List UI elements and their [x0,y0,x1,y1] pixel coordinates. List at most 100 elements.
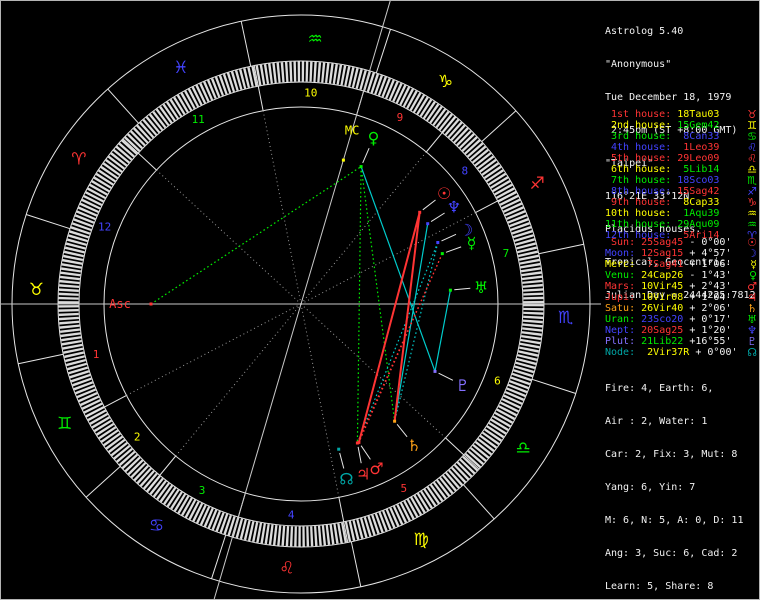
house-row: 1st house: 18Tau03 ♉ [605,109,757,120]
house-number-5: 5 [400,482,407,495]
house-cusp-value: 8Can33 [677,131,720,142]
house-cusp-value: 18Sco03 [677,175,720,186]
planet-velocity: + 2°06' [689,303,732,314]
planet-label: Jupi: [605,292,636,303]
planet-position-value: 10Vir45 [641,281,684,292]
planet-row: Plut: 21Lib22 +16°55' ♇ [605,336,757,347]
house-number-10: 10 [304,87,317,100]
planet-dot-Plut [433,369,437,373]
house-row-text: 3rd house: 8Can33 [605,131,719,142]
planet-dot-Uran [448,288,452,292]
house-row-text: 5th house: 29Leo09 [605,153,719,164]
sign-glyph-scorpio: ♏ [558,308,573,328]
planet-pointer-Satu [396,423,408,438]
house-cusp-dotted-line [262,110,302,305]
planet-velocity: + 2°43' [689,281,732,292]
house-row: 4th house: 1Leo39 ♌ [605,142,757,153]
planet-row: Jupi: 10Vir08 + 1°04' ♃ [605,292,757,303]
house-row-text: 8th house: 15Sag42 [605,186,719,197]
planet-label: Plut: [605,336,636,347]
chart-date: Tue December 18, 1979 [605,92,732,103]
planet-label: Node: [605,347,636,358]
planet-glyph-plut: ♇ [456,376,470,395]
house-cusp-value: 1Leo39 [677,142,720,153]
planet-dot-Sun [418,210,422,214]
planet-pointer-Jupi [357,446,362,464]
house-row: 2nd house: 15Gem42 ♊ [605,120,757,131]
planet-glyph-satu: ♄ [407,436,421,455]
house-row-text: 7th house: 18Sco03 [605,175,719,186]
planet-dot-Mars [357,440,361,444]
planet-row-text: Merc: 7Sag41 + 1°06' [605,259,731,270]
aspect-line-Venu-Satu [360,166,396,422]
sign-boundary-line [531,378,576,394]
house-number-7: 7 [503,247,510,260]
planet-pointer-Sun [422,199,436,211]
sign-boundary-line [375,29,391,74]
house-row: 11th house: 29Aqu09 ♒ [605,219,757,230]
house-cusp-value: 8Cap33 [677,197,720,208]
planet-position-value: 24Cap26 [641,270,684,281]
sign-boundary-line [463,484,495,520]
planet-pointer-Merc [445,246,462,253]
planet-pointer-Nept [430,212,445,223]
stat-yang-yin: Yang: 6, Yin: 7 [605,482,696,493]
sign-boundary-line [350,541,362,587]
planet-dot-Venu [359,165,363,169]
house-label: 6th house: [605,164,672,175]
sign-glyph-taurus: ♉ [29,280,44,300]
planet-velocity: + 1°20' [689,325,732,336]
house-number-2: 2 [134,431,141,444]
planet-velocity: + 1°06' [689,259,732,270]
planet-dot-Moon [436,241,440,244]
planet-pointer-Plut [438,372,454,381]
house-label: 7th house: [605,175,672,186]
house-label: 10th house: [605,208,672,219]
sign-glyph-capricorn: ♑ [438,72,453,92]
planet-row-text: Jupi: 10Vir08 + 1°04' [605,292,731,303]
house-row-text: 4th house: 1Leo39 [605,142,719,153]
house-number-9: 9 [397,111,404,124]
sign-glyph-leo: ♌ [279,559,294,579]
sign-glyph-pisces: ♓ [173,58,188,78]
house-label: 5th house: [605,153,672,164]
aspect-line-Uran-Plut [434,290,451,372]
planet-label: Merc: [605,259,636,270]
house-label: 3rd house: [605,131,672,142]
planet-row: Mars: 10Vir45 + 2°43' ♂ [605,281,757,292]
house-number-11: 11 [192,113,205,126]
planet-row: Sun: 25Sag45 - 0°00' ☉ [605,237,757,248]
planet-position-value: 20Sag25 [641,325,684,336]
planet-row: Node: 2Vir37R + 0°00' ☊ [605,347,757,358]
house-cusp-value: 15Gem42 [677,120,720,131]
house-row: 9th house: 8Cap33 ♑ [605,197,757,208]
chart-name: "Anonymous" [605,59,672,70]
house-number-4: 4 [288,508,295,521]
planet-velocity: + 0°17' [689,314,732,325]
sign-glyph-aquarius: ♒ [307,29,322,49]
house-label: 4th house: [605,142,672,153]
planet-row: Moon: 12Sag15 + 4°57' ☽ [605,248,757,259]
natal-chart-wheel: ♈ ♉ ♊ ♋ ♌ ♍ ♎ ♏ ♐ ♑ ♒ ♓ 1 2 3 4 5 6 7 8 9 10 11 12 Asc ☊ ♃ ♂ ♄ ♇ ♅ ☿ ☽ ♆ ☉… [1,1,601,599]
planet-position-value: 21Lib22 [641,336,684,347]
planet-position-list: Sun: 25Sag45 - 0°00' ☉ Moon: 12Sag15 + 4°5… [605,237,757,358]
planet-pointer-Venu [362,148,370,164]
house-cusp-dotted-line [156,169,302,305]
house-number-6: 6 [494,375,501,388]
stat-elements-2: Air : 2, Water: 1 [605,416,708,427]
sign-boundary-line [538,243,584,255]
sign-glyph-virgo: ♍ [413,530,428,550]
planet-row-text: Moon: 12Sag15 + 4°57' [605,248,731,259]
house-cusp-dotted-line [300,303,446,439]
sign-boundary-line [26,214,71,230]
sign-boundary-line [481,110,517,142]
planet-row-text: Plut: 21Lib22 +16°55' [605,336,731,347]
house-row-text: 10th house: 1Aqu39 [605,208,719,219]
planet-label: Satu: [605,303,636,314]
planet-velocity: + 1°04' [689,292,732,303]
stat-elements-1: Fire: 4, Earth: 6, [605,383,714,394]
planet-row-text: Node: 2Vir37R + 0°00' [605,347,738,358]
house-row: 6th house: 5Lib14 ♎ [605,164,757,175]
house-row-text: 11th house: 29Aqu09 [605,219,719,230]
house-cusp-value: 5Lib14 [677,164,720,175]
